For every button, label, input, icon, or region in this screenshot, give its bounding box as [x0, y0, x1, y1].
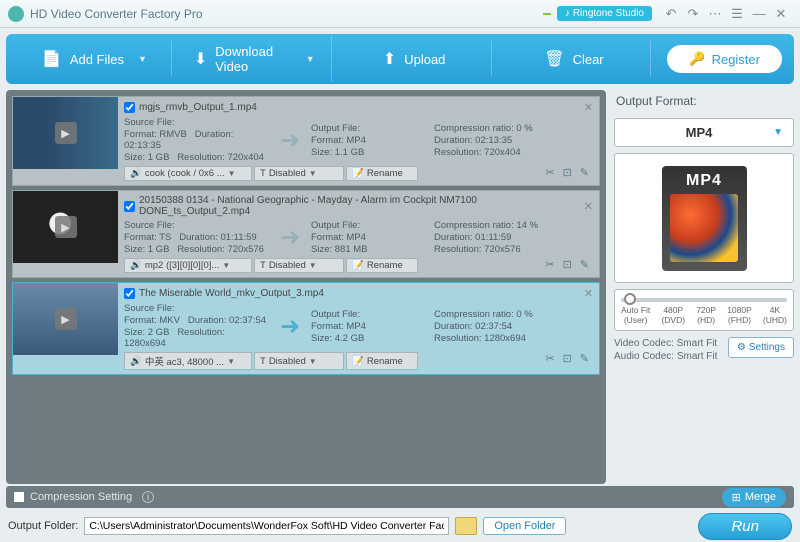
play-icon[interactable]: ▶	[55, 216, 77, 238]
audio-track-select[interactable]: 🔊cook (cook / 0x6 ...▼	[124, 166, 252, 181]
output-pane: Output Format: MP4 ▼ MP4 Auto Fit(User) 4…	[614, 90, 794, 484]
download-icon: ⬇	[194, 49, 207, 69]
remove-item-icon[interactable]: ✕	[584, 287, 593, 300]
chevron-down-icon: ▼	[773, 127, 783, 138]
item-checkbox[interactable]	[124, 288, 135, 299]
source-file-header: Source File:	[124, 117, 269, 128]
redo-icon[interactable]: ↷	[682, 3, 704, 25]
app-title: HD Video Converter Factory Pro	[30, 7, 543, 21]
format-preview[interactable]: MP4	[614, 153, 794, 283]
quality-slider[interactable]: Auto Fit(User) 480P(DVD) 720P(HD) 1080P(FHD…	[614, 289, 794, 331]
rename-button[interactable]: 📝Rename	[346, 352, 418, 370]
menu-icon[interactable]: ☰	[726, 3, 748, 25]
rename-button[interactable]: 📝Rename	[346, 166, 418, 181]
compression-checkbox[interactable]	[14, 492, 24, 502]
undo-icon[interactable]: ↶	[660, 3, 682, 25]
output-file-header: Output File:	[311, 220, 431, 231]
merge-icon: ⊞	[732, 491, 741, 504]
effects-icon[interactable]: ✂	[545, 352, 554, 370]
rename-button[interactable]: 📝Rename	[346, 258, 418, 273]
download-video-button[interactable]: ⬇ Download Video ▼	[178, 36, 332, 82]
upload-icon: ⬆	[383, 49, 396, 69]
quality-option[interactable]: 1080P(FHD)	[727, 306, 752, 326]
compression-label: Compression Setting	[30, 491, 132, 503]
edit-icon[interactable]: ✎	[580, 352, 589, 370]
titlebar: HD Video Converter Factory Pro Ringtone …	[0, 0, 800, 28]
close-icon[interactable]: ✕	[770, 3, 792, 25]
source-file-header: Source File:	[124, 220, 269, 231]
source-file-header: Source File:	[124, 303, 269, 314]
settings-button[interactable]: ⚙ Settings	[728, 337, 794, 359]
arrow-right-icon: ➜	[272, 312, 308, 340]
quality-option[interactable]: Auto Fit(User)	[621, 306, 650, 326]
app-logo-icon	[8, 6, 24, 22]
key-icon: 🔑	[689, 51, 705, 67]
output-file-header: Output File:	[311, 123, 431, 134]
remove-item-icon[interactable]: ✕	[584, 200, 593, 213]
subtitle-select[interactable]: TDisabled▼	[254, 352, 344, 370]
file-list-pane: ▶ mgjs_rmvb_Output_1.mp4 ✕ Source File: …	[6, 90, 606, 484]
play-icon[interactable]: ▶	[55, 308, 77, 330]
item-checkbox[interactable]	[124, 201, 135, 212]
ringtone-studio-button[interactable]: Ringtone Studio	[557, 6, 652, 21]
quality-option[interactable]: 720P(HD)	[696, 306, 716, 326]
minimize-icon[interactable]: —	[748, 3, 770, 25]
audio-track-select[interactable]: 🔊mp2 ([3][0][0][0]...▼	[124, 258, 252, 273]
output-format-label: Output Format:	[614, 90, 794, 112]
chevron-down-icon: ▼	[306, 54, 315, 64]
quality-option[interactable]: 4K(UHD)	[763, 306, 787, 326]
trash-icon: 🗑	[544, 49, 564, 69]
edit-icon[interactable]: ✎	[580, 166, 589, 181]
upload-button[interactable]: ⬆ Upload	[338, 41, 492, 77]
file-item[interactable]: ▶ The Miserable World_mkv_Output_3.mp4 ✕…	[12, 282, 600, 375]
clear-button[interactable]: 🗑 Clear	[498, 41, 652, 77]
codec-info: Video Codec: Smart Fit Audio Codec: Smar…	[614, 337, 794, 364]
main-toolbar: 📄 Add Files ▼ ⬇ Download Video ▼ ⬆ Uploa…	[6, 34, 794, 84]
add-files-button[interactable]: 📄 Add Files ▼	[18, 41, 172, 77]
chevron-down-icon: ▼	[138, 54, 147, 64]
crop-icon[interactable]: ⊡	[563, 258, 572, 273]
footer: Output Folder: Open Folder Run	[0, 510, 800, 542]
crop-icon[interactable]: ⊡	[563, 166, 572, 181]
remove-item-icon[interactable]: ✕	[584, 101, 593, 114]
file-name: The Miserable World_mkv_Output_3.mp4	[139, 288, 324, 299]
output-format-select[interactable]: MP4 ▼	[614, 118, 794, 147]
arrow-right-icon: ➜	[272, 126, 308, 154]
edit-icon[interactable]: ✎	[580, 258, 589, 273]
play-icon[interactable]: ▶	[55, 122, 77, 144]
effects-icon[interactable]: ✂	[545, 258, 554, 273]
output-file-header: Output File:	[311, 309, 431, 320]
output-folder-input[interactable]	[84, 517, 449, 535]
crop-icon[interactable]: ⊡	[563, 352, 572, 370]
quality-option[interactable]: 480P(DVD)	[661, 306, 685, 326]
open-folder-button[interactable]: Open Folder	[483, 517, 566, 535]
gear-icon: ⚙	[737, 341, 746, 355]
browse-folder-icon[interactable]	[455, 517, 477, 535]
file-name: mgjs_rmvb_Output_1.mp4	[139, 102, 257, 113]
file-item[interactable]: ▶ mgjs_rmvb_Output_1.mp4 ✕ Source File: …	[12, 96, 600, 186]
merge-button[interactable]: ⊞ Merge	[722, 488, 786, 507]
info-icon[interactable]: ⋯	[704, 3, 726, 25]
audio-track-select[interactable]: 🔊中英 ac3, 48000 ...▼	[124, 352, 252, 370]
arrow-right-icon: ➜	[272, 224, 308, 252]
video-thumbnail[interactable]: ▶	[13, 97, 118, 169]
video-thumbnail[interactable]: ▶	[13, 283, 118, 355]
subtitle-select[interactable]: TDisabled▼	[254, 166, 344, 181]
subtitle-select[interactable]: TDisabled▼	[254, 258, 344, 273]
run-button[interactable]: Run	[698, 513, 792, 540]
pro-badge	[543, 13, 551, 15]
slider-thumb[interactable]	[624, 293, 636, 305]
file-item[interactable]: ▶ 20150388 0134 - National Geographic - …	[12, 190, 600, 278]
format-thumbnail-icon	[670, 194, 738, 262]
item-checkbox[interactable]	[124, 102, 135, 113]
output-folder-label: Output Folder:	[8, 520, 78, 532]
add-file-icon: 📄	[42, 49, 62, 69]
register-button[interactable]: 🔑 Register	[667, 45, 782, 73]
compression-bar: Compression Setting i ⊞ Merge	[6, 486, 794, 508]
video-thumbnail[interactable]: ▶	[13, 191, 118, 263]
effects-icon[interactable]: ✂	[545, 166, 554, 181]
info-icon[interactable]: i	[142, 491, 154, 503]
file-name: 20150388 0134 - National Geographic - Ma…	[139, 195, 580, 217]
